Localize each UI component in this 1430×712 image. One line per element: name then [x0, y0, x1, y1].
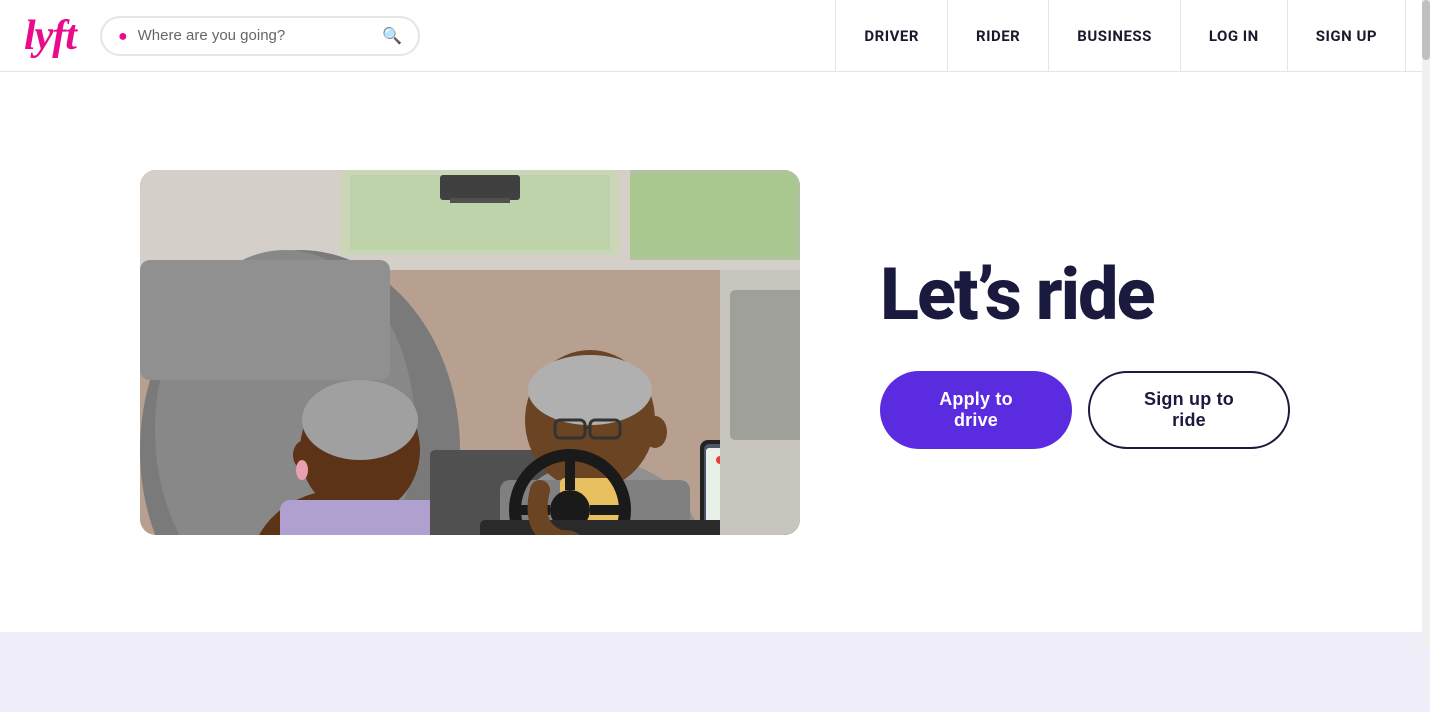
- search-icon[interactable]: 🔍: [382, 26, 402, 45]
- nav-item-rider[interactable]: RIDER: [947, 0, 1048, 72]
- nav-item-business[interactable]: BUSINESS: [1048, 0, 1180, 72]
- search-bar[interactable]: ● 🔍: [100, 16, 420, 56]
- apply-to-drive-button[interactable]: Apply to drive: [880, 371, 1072, 449]
- nav-item-login[interactable]: LOG IN: [1180, 0, 1287, 72]
- lyft-logo: lyft: [24, 15, 76, 57]
- hero-section: Let’s ride Apply to drive Sign up to rid…: [0, 72, 1430, 632]
- scrollbar-track[interactable]: [1422, 0, 1430, 649]
- footer-section: [0, 632, 1430, 712]
- scrollbar-thumb[interactable]: [1422, 0, 1430, 60]
- main-nav: DRIVER RIDER BUSINESS LOG IN SIGN UP: [835, 0, 1406, 71]
- hero-heading: Let’s ride: [880, 255, 1290, 334]
- logo-container: lyft: [24, 15, 76, 57]
- header: lyft ● 🔍 DRIVER RIDER BUSINESS LOG IN SI…: [0, 0, 1430, 72]
- hero-buttons: Apply to drive Sign up to ride: [880, 371, 1290, 449]
- sign-up-to-ride-button[interactable]: Sign up to ride: [1088, 371, 1290, 449]
- location-dot-icon: ●: [118, 26, 128, 46]
- search-input[interactable]: [138, 27, 382, 44]
- hero-illustration: [140, 170, 800, 535]
- nav-item-signup[interactable]: SIGN UP: [1287, 0, 1406, 72]
- nav-item-driver[interactable]: DRIVER: [835, 0, 947, 72]
- hero-image: [140, 170, 800, 535]
- hero-text: Let’s ride Apply to drive Sign up to rid…: [880, 255, 1290, 448]
